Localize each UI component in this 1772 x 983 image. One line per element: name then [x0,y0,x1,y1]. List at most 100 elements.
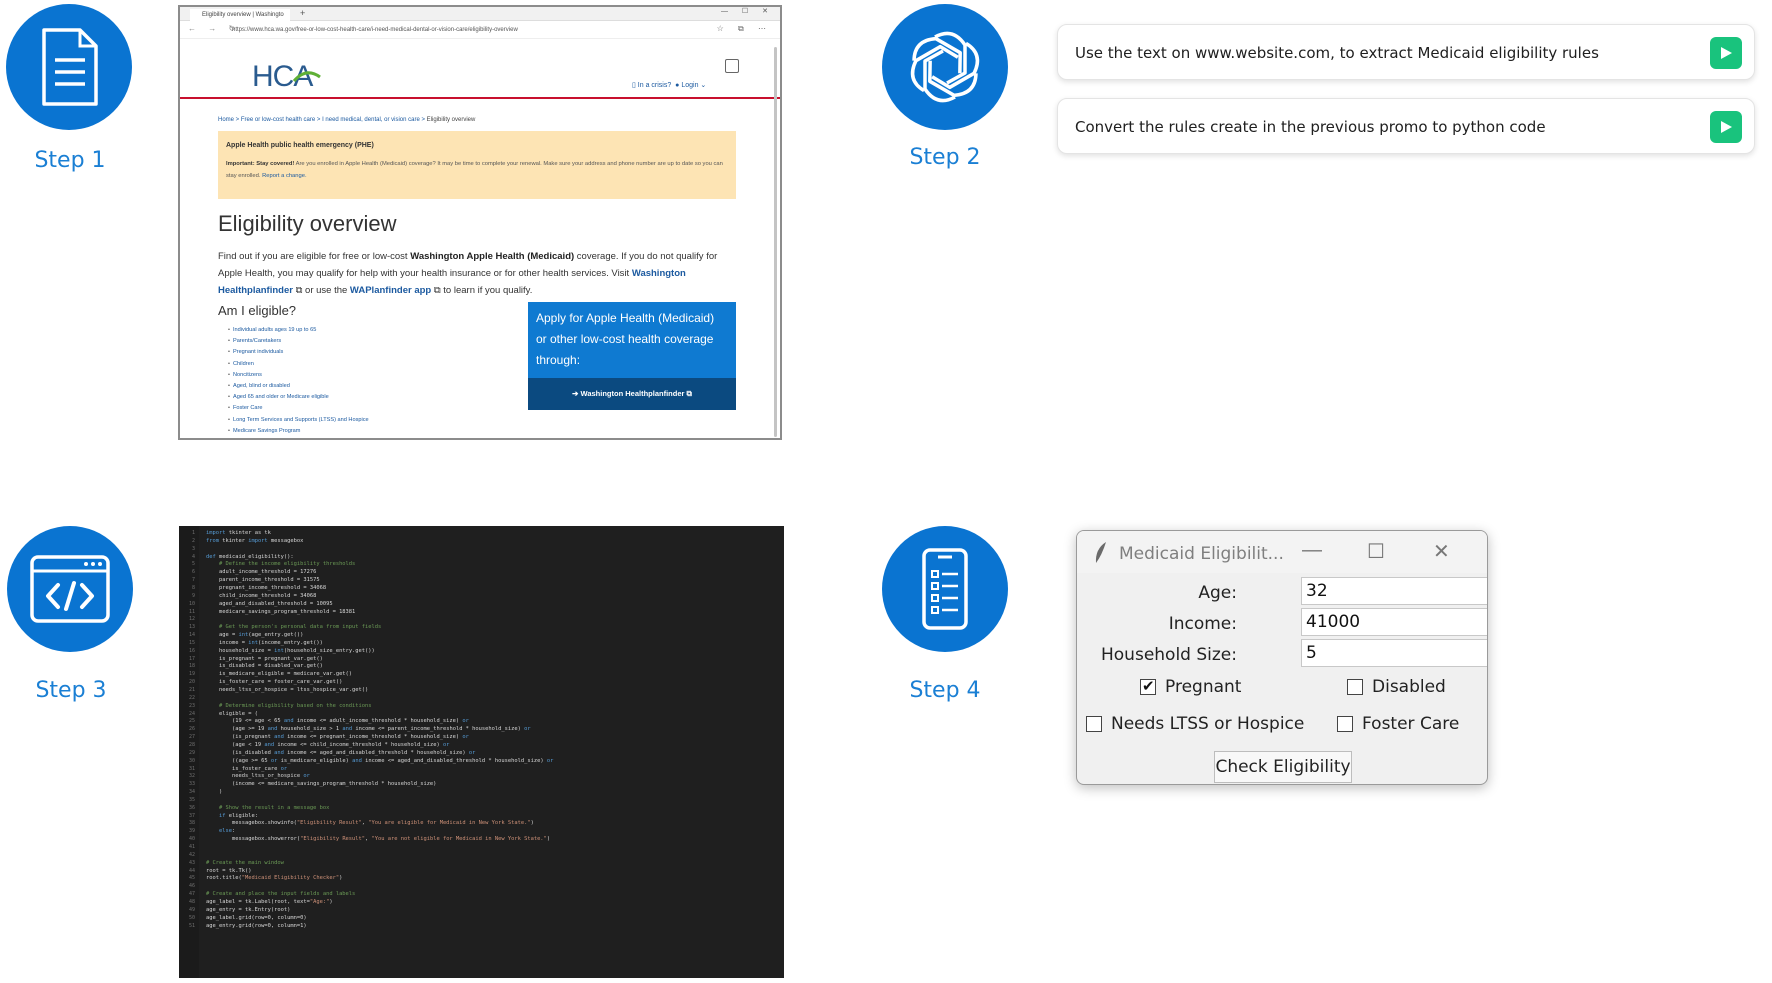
line-number: 17 [188,655,195,662]
code-line: aged_and_disabled_threshold = 10095 [206,600,333,607]
age-label: Age: [1198,583,1237,603]
minimize-icon[interactable]: — [1302,539,1322,562]
disabled-checkbox[interactable]: Disabled [1347,677,1446,697]
header-links[interactable]: ▯ In a crisis? ● Login ⌄ [632,81,706,89]
code-editor[interactable]: 1 import tkinter as tk 2 from tkinter impor… [179,526,784,978]
line-number: 2 [191,537,195,544]
search-icon[interactable] [725,59,739,73]
income-field[interactable]: 41000 [1301,608,1487,636]
code-line: pregnant_income_threshold = 34068 [206,584,327,591]
pregnant-checkbox[interactable]: Pregnant [1140,677,1241,697]
breadcrumb: Home > Free or low-cost health care > I … [218,117,476,123]
crumb-free-care[interactable]: Free or low-cost health care [241,117,315,123]
line-number: 46 [188,883,195,890]
checkbox-box[interactable] [1347,679,1363,695]
checkbox-label: Disabled [1372,677,1446,697]
line-number: 42 [188,851,195,858]
waplanfinder-link[interactable]: WAPlanfinder app [350,285,431,296]
code-window-icon [30,555,110,623]
line-number: 7 [191,577,195,584]
hca-swoosh-icon [292,71,321,83]
tk-feather-icon [1095,542,1106,563]
list-item[interactable]: Aged, blind or disabled [228,381,369,392]
line-number: 12 [188,616,195,623]
line-number: 33 [188,781,195,788]
list-item[interactable]: Individual adults ages 19 up to 65 [228,325,369,336]
url-field[interactable]: https://www.hca.wa.gov/free-or-low-cost-… [232,25,592,36]
login-link[interactable]: Login [681,82,698,89]
step4-circle [882,526,1008,652]
household-size-field[interactable]: 5 [1301,639,1487,667]
line-number: 26 [188,726,195,733]
report-change-link[interactable]: Report a change. [262,173,306,179]
healthplanfinder-button-label: Washington Healthplanfinder [580,389,685,398]
scrollbar[interactable] [774,47,777,437]
code-line: root.title("Medicaid Eligibility Checker… [206,875,343,882]
crisis-link[interactable]: In a crisis? [638,82,671,89]
list-item[interactable]: Aged 65 and older or Medicare eligible [228,392,369,403]
line-number: 31 [188,765,195,772]
intro-paragraph: Find out if you are eligible for free or… [218,251,718,296]
list-item[interactable]: Foster Care [228,403,369,414]
checkbox-label: Foster Care [1362,714,1460,734]
send-button[interactable] [1710,37,1742,69]
code-line: age_label.grid(row=0, column=0) [206,914,307,921]
line-number: 15 [188,639,195,646]
crumb-home[interactable]: Home [218,117,234,123]
income-label: Income: [1168,614,1237,634]
age-field[interactable]: 32 [1301,577,1487,605]
browser-addressbar: ← → ↻ https://www.hca.wa.gov/free-or-low… [180,21,780,39]
line-number: 45 [188,875,195,882]
list-item[interactable]: Children [228,359,369,370]
list-item[interactable]: Long Term Services and Supports (LTSS) a… [228,415,369,426]
code-line: # Determine eligibility based on the con… [206,702,372,709]
line-number: 48 [188,898,195,905]
step2-circle [882,4,1008,130]
send-arrow-icon [1721,121,1732,133]
phe-banner: Apple Health public health emergency (PH… [218,131,736,199]
window-titlebar[interactable]: Medicaid Eligibilit... — ☐ ✕ [1077,531,1487,573]
list-item[interactable]: Pregnant individuals [228,347,369,358]
close-icon[interactable]: ✕ [1433,539,1450,564]
maximize-icon[interactable]: ☐ [1367,539,1385,564]
prompt-text-1: Use the text on www.website.com, to extr… [1075,44,1599,62]
eligibility-list: Individual adults ages 19 up to 65 Paren… [228,325,369,437]
prompt-card-1[interactable]: Use the text on www.website.com, to extr… [1057,24,1755,80]
ltss-hospice-checkbox[interactable]: Needs LTSS or Hospice [1086,714,1304,734]
healthplanfinder-button[interactable]: ➔ Washington Healthplanfinder ⧉ [528,378,736,410]
prompt-card-2[interactable]: Convert the rules create in the previous… [1057,98,1755,154]
document-icon [42,28,98,106]
intro-text-3: or use the [302,285,350,296]
line-number: 35 [188,796,195,803]
am-eligible-heading: Am I eligible? [218,303,297,318]
list-item[interactable]: Noncitizens [228,370,369,381]
code-line: # Create and place the input fields and … [206,891,356,898]
browser-toolbar-icons[interactable]: ☆ ⧉ ⋯ [717,24,772,34]
line-number: 47 [188,891,195,898]
list-item[interactable]: Medicare Savings Program [228,426,369,437]
crumb-medical-care[interactable]: I need medical, dental, or vision care [322,117,420,123]
window-controls-icon[interactable]: — ☐ ✕ [721,7,774,15]
code-line: import tkinter as tk [206,530,271,536]
line-number: 32 [188,773,195,780]
checkbox-box[interactable] [1086,716,1102,732]
new-tab-icon[interactable]: + [300,8,305,18]
code-line: is_medicare_eligible = medicare_var.get(… [206,671,353,678]
check-eligibility-button[interactable]: Check Eligibility [1214,751,1352,783]
browser-tab[interactable]: Eligibility overview | Washingto [190,9,290,21]
code-line: # Get the person's personal data from in… [206,624,382,631]
line-number: 41 [188,844,195,850]
line-number: 14 [188,632,195,639]
line-number: 38 [188,820,195,827]
send-button[interactable] [1710,111,1742,143]
code-line: (age < 19 and income <= child_income_thr… [206,741,450,748]
foster-care-checkbox[interactable]: Foster Care [1337,714,1459,734]
prompt-text-2: Convert the rules create in the previous… [1075,118,1546,136]
line-number: 11 [188,608,195,615]
list-item[interactable]: Parents/Caretakers [228,336,369,347]
checkbox-box[interactable] [1140,677,1156,695]
household-size-label: Household Size: [1101,645,1237,665]
code-line: is_foster_care or [206,765,288,772]
checkbox-box[interactable] [1337,716,1353,732]
code-line: # Create the main window [206,859,284,866]
